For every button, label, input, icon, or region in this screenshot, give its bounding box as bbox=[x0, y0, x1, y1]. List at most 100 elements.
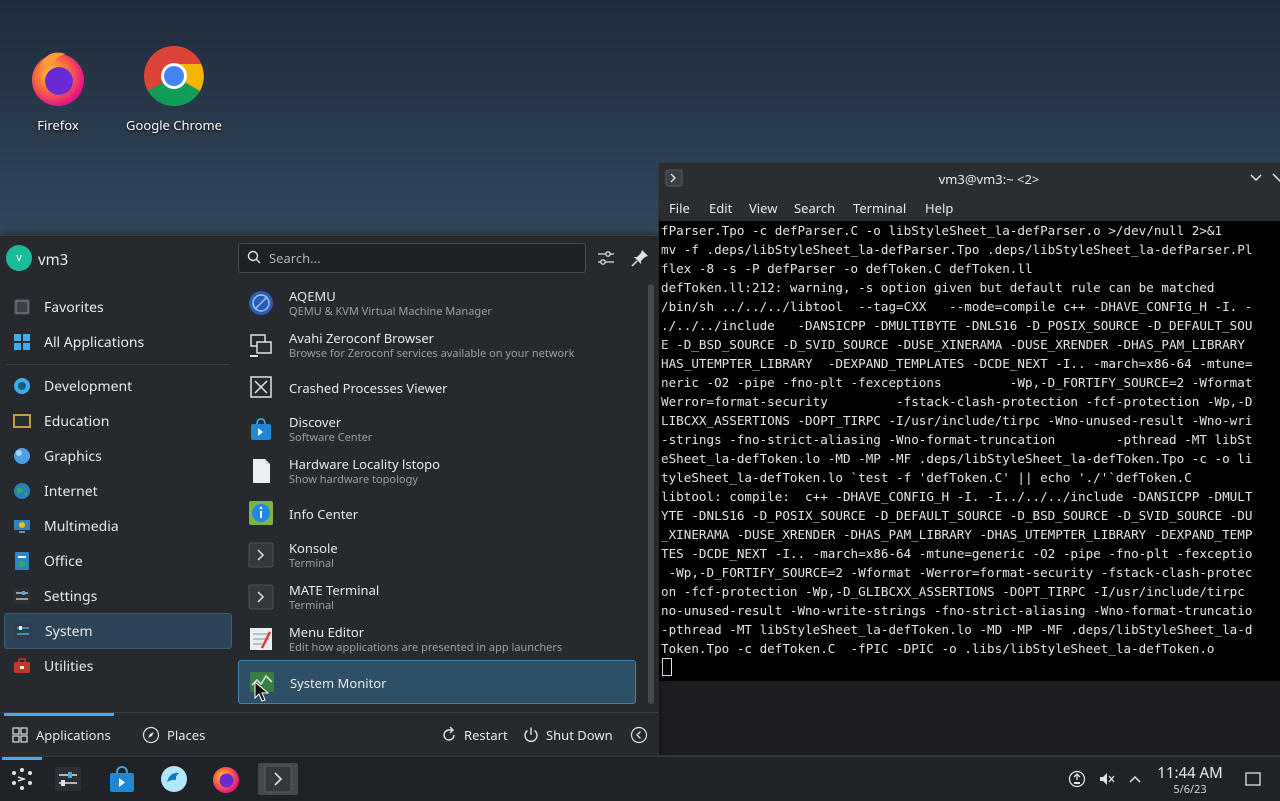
app-item-menu-editor[interactable]: Menu Editor Edit how applications are pr… bbox=[238, 618, 634, 660]
app-item-aqemu[interactable]: AQEMU QEMU & KVM Virtual Machine Manager bbox=[238, 282, 634, 324]
search-box[interactable] bbox=[238, 243, 586, 273]
user-name: vm3 bbox=[38, 250, 69, 270]
terminal-line: eSheet_la-defToken.lo -MD -MP -MF .deps/… bbox=[661, 451, 1253, 466]
category-office[interactable]: Office bbox=[4, 544, 230, 578]
terminal-line: -Wp,-D_FORTIFY_SOURCE=2 -Wformat -Werror… bbox=[661, 565, 1253, 580]
search-input[interactable] bbox=[267, 247, 571, 269]
category-label: System bbox=[45, 622, 93, 641]
taskbar-app-launcher[interactable] bbox=[2, 757, 42, 795]
taskbar-dolphin[interactable] bbox=[158, 763, 190, 795]
launcher-header: v vm3 bbox=[0, 236, 658, 282]
terminal-line: E -D_BSD_SOURCE -D_SVID_SOURCE -DUSE_XIN… bbox=[661, 337, 1245, 352]
app-name: Hardware Locality lstopo bbox=[289, 455, 440, 473]
category-favorites[interactable]: Favorites bbox=[4, 290, 230, 324]
category-internet[interactable]: Internet bbox=[4, 474, 230, 508]
category-system[interactable]: System bbox=[4, 613, 232, 649]
terminal-title: vm3@vm3:~ <2> bbox=[938, 170, 1040, 188]
chevron-left-icon[interactable] bbox=[630, 726, 648, 744]
app-item-system-monitor[interactable]: System Monitor bbox=[238, 660, 636, 704]
discover-icon bbox=[110, 766, 134, 792]
compass-icon bbox=[142, 726, 160, 744]
app-item-hardware-locality-lstopo[interactable]: Hardware Locality lstopo Show hardware t… bbox=[238, 450, 634, 492]
shutdown-label: Shut Down bbox=[546, 726, 613, 744]
discover-icon bbox=[251, 418, 271, 440]
aqemu-icon bbox=[249, 291, 273, 315]
tab-applications[interactable]: Applications bbox=[4, 713, 114, 757]
taskbar-system-settings[interactable] bbox=[52, 763, 84, 795]
menu-search[interactable]: Search bbox=[794, 199, 835, 217]
app-description: Show hardware topology bbox=[289, 472, 418, 487]
terminal-line: _XINERAMA -DUSE_XRENDER -DHAS_PAM_LIBRAR… bbox=[661, 527, 1253, 542]
category-label: Utilities bbox=[44, 657, 94, 676]
terminal-window[interactable]: vm3@vm3:~ <2> File Edit View Search Term… bbox=[658, 162, 1280, 756]
launcher-footer: Applications Places Restart Shut Down bbox=[0, 712, 658, 758]
restart-icon bbox=[443, 726, 455, 741]
taskbar-konsole[interactable] bbox=[258, 763, 298, 795]
app-item-avahi[interactable]: Avahi Zeroconf Browser Browse for Zeroco… bbox=[238, 324, 634, 366]
chevron-up-icon[interactable] bbox=[1126, 770, 1144, 788]
terminal-line: LIBCXX_ASSERTIONS -DOPT_TIRPC -I/usr/inc… bbox=[661, 413, 1253, 428]
category-utilities[interactable]: Utilities bbox=[4, 649, 230, 683]
all-applications-icon bbox=[14, 334, 30, 350]
taskbar-discover[interactable] bbox=[106, 763, 138, 795]
app-description: Software Center bbox=[289, 430, 373, 445]
shutdown-button[interactable]: Shut Down bbox=[518, 713, 618, 757]
app-item-konsole[interactable]: Konsole Terminal bbox=[238, 534, 634, 576]
menu-help[interactable]: Help bbox=[925, 199, 953, 217]
terminal-line: on -fcf-protection -Wp,-D_GLIBCXX_ASSERT… bbox=[661, 584, 1245, 599]
tab-label: Applications bbox=[36, 726, 111, 744]
terminal-line: Werror=format-security -fstack-clash-pro… bbox=[661, 394, 1253, 409]
category-education[interactable]: Education bbox=[4, 404, 230, 438]
menu-terminal[interactable]: Terminal bbox=[853, 199, 906, 217]
category-all-applications[interactable]: All Applications bbox=[4, 325, 230, 359]
category-graphics[interactable]: Graphics bbox=[4, 439, 230, 473]
category-multimedia[interactable]: Multimedia bbox=[4, 509, 230, 543]
network-icon[interactable] bbox=[1068, 770, 1086, 788]
graphics-icon bbox=[14, 448, 30, 464]
multimedia-icon bbox=[14, 520, 30, 533]
pin-icon[interactable] bbox=[630, 248, 650, 268]
restart-button[interactable]: Restart bbox=[436, 713, 512, 757]
konsole-icon bbox=[248, 542, 274, 568]
app-name: Discover bbox=[289, 413, 342, 431]
terminal-line: no-unused-result -Wno-write-strings -fno… bbox=[661, 603, 1253, 618]
category-settings[interactable]: Settings bbox=[4, 579, 230, 613]
terminal-line: -strings -fno-strict-aliasing -Wno-forma… bbox=[661, 432, 1253, 447]
category-label: Education bbox=[44, 412, 110, 431]
menu-file[interactable]: File bbox=[669, 199, 690, 217]
configure-sliders-icon[interactable] bbox=[596, 248, 616, 268]
desktop-icon-firefox[interactable]: Firefox bbox=[3, 44, 113, 134]
system-icon bbox=[14, 623, 32, 639]
app-name: System Monitor bbox=[290, 674, 387, 692]
taskbar-firefox[interactable] bbox=[210, 763, 242, 795]
category-development[interactable]: Development bbox=[4, 369, 230, 403]
close-icon[interactable] bbox=[1271, 172, 1280, 184]
app-item-info-center[interactable]: Info Center bbox=[238, 492, 634, 534]
avatar[interactable]: v bbox=[6, 245, 32, 271]
app-item-crashed-processes-viewer[interactable]: Crashed Processes Viewer bbox=[238, 366, 634, 408]
app-description: Edit how applications are presented in a… bbox=[289, 640, 563, 655]
terminal-output[interactable]: fParser.Tpo -c defParser.C -o libStyleSh… bbox=[659, 221, 1280, 681]
terminal-line: /bin/sh ../../../libtool --tag=CXX --mod… bbox=[661, 299, 1253, 314]
show-desktop-icon[interactable] bbox=[1244, 770, 1262, 788]
app-item-mate-terminal[interactable]: MATE Terminal Terminal bbox=[238, 576, 634, 618]
restart-label: Restart bbox=[464, 726, 508, 744]
office-icon bbox=[15, 552, 29, 570]
category-list: Favorites All Applications Development E… bbox=[0, 282, 236, 712]
terminal-line: ./../../include -DANSICPP -DMULTIBYTE -D… bbox=[661, 318, 1253, 333]
app-item-discover[interactable]: Discover Software Center bbox=[238, 408, 634, 450]
terminal-line: TES -DCDE_NEXT -I.. -march=x86-64 -mtune… bbox=[661, 546, 1253, 561]
menu-view[interactable]: View bbox=[749, 199, 777, 217]
app-launcher-icon bbox=[12, 768, 32, 790]
tab-places[interactable]: Places bbox=[136, 713, 216, 757]
terminal-titlebar[interactable]: vm3@vm3:~ <2> bbox=[659, 163, 1280, 193]
volume-muted-icon[interactable] bbox=[1098, 770, 1116, 788]
menu-edit[interactable]: Edit bbox=[709, 199, 732, 217]
app-list-scrollbar[interactable] bbox=[648, 284, 654, 704]
konsole-icon bbox=[264, 765, 292, 793]
clock-date[interactable]: 5/6/23 bbox=[1150, 782, 1230, 797]
chevron-down-icon[interactable] bbox=[1249, 172, 1263, 184]
favorites-icon bbox=[14, 299, 30, 315]
desktop-icon-google-chrome[interactable]: Google Chrome bbox=[119, 44, 229, 134]
clock-time[interactable]: 11:44 AM bbox=[1150, 763, 1230, 783]
